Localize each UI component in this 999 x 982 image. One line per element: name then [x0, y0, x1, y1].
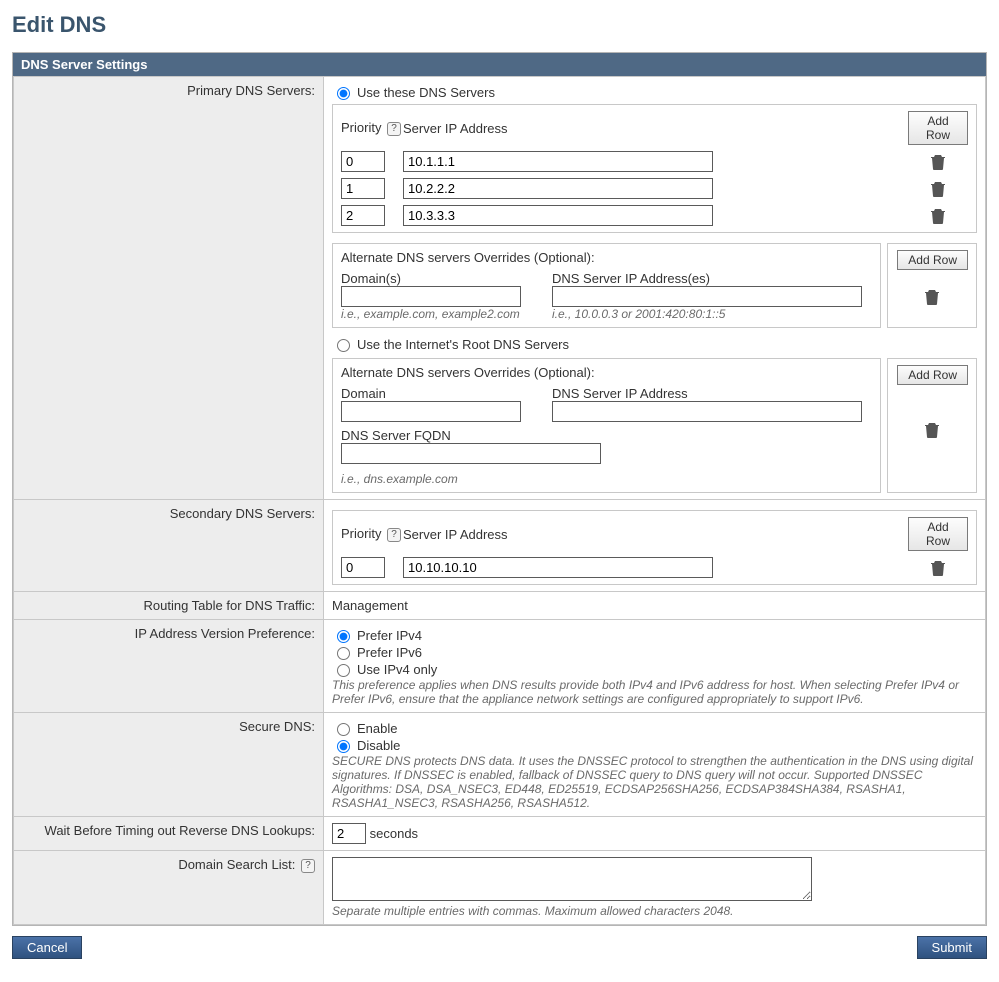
- radio-secure-disable[interactable]: [337, 740, 350, 753]
- domain-search-hint: Separate multiple entries with commas. M…: [332, 904, 977, 918]
- alt-hint-ips: i.e., 10.0.0.3 or 2001:420:80:1::5: [552, 307, 872, 321]
- alt-overrides-box: Alternate DNS servers Overrides (Optiona…: [332, 243, 881, 328]
- help-icon[interactable]: ?: [387, 528, 401, 542]
- add-row-button[interactable]: Add Row: [908, 111, 968, 145]
- ip-pref-hint: This preference applies when DNS results…: [332, 678, 977, 706]
- col-server-ip: Server IP Address: [403, 121, 723, 136]
- trash-icon[interactable]: [931, 560, 945, 576]
- server-ip-input[interactable]: [403, 205, 713, 226]
- radio-use-these-dns-label: Use these DNS Servers: [357, 85, 495, 100]
- server-ip-input[interactable]: [403, 151, 713, 172]
- radio-prefer-ipv6[interactable]: [337, 647, 350, 660]
- radio-root-dns-label: Use the Internet's Root DNS Servers: [357, 337, 569, 352]
- timeout-unit: seconds: [370, 826, 418, 841]
- trash-icon[interactable]: [931, 208, 945, 224]
- radio-prefer-ipv4-label: Prefer IPv4: [357, 628, 422, 643]
- radio-prefer-ipv4[interactable]: [337, 630, 350, 643]
- routing-value: Management: [324, 592, 986, 620]
- radio-secure-enable[interactable]: [337, 723, 350, 736]
- trash-icon[interactable]: [925, 422, 939, 438]
- priority-input[interactable]: [341, 178, 385, 199]
- radio-use-these-dns[interactable]: [337, 87, 350, 100]
- alt-hint-domains: i.e., example.com, example2.com: [341, 307, 546, 321]
- server-ip-input[interactable]: [403, 557, 713, 578]
- root-col-fqdn: DNS Server FQDN: [341, 428, 872, 443]
- add-row-button[interactable]: Add Row: [897, 365, 968, 385]
- alt-domains-input[interactable]: [341, 286, 521, 307]
- priority-input[interactable]: [341, 151, 385, 172]
- server-ip-input[interactable]: [403, 178, 713, 199]
- label-wait-timeout: Wait Before Timing out Reverse DNS Looku…: [14, 817, 324, 851]
- radio-prefer-ipv6-label: Prefer IPv6: [357, 645, 422, 660]
- help-icon[interactable]: ?: [387, 122, 401, 136]
- root-col-domain: Domain: [341, 386, 546, 401]
- radio-ipv4-only[interactable]: [337, 664, 350, 677]
- label-secure-dns: Secure DNS:: [14, 713, 324, 817]
- root-alt-box: Alternate DNS servers Overrides (Optiona…: [332, 358, 881, 493]
- dns-settings-panel: DNS Server Settings Primary DNS Servers:…: [12, 52, 987, 926]
- root-col-ip: DNS Server IP Address: [552, 386, 872, 401]
- root-fqdn-input[interactable]: [341, 443, 601, 464]
- trash-icon[interactable]: [931, 154, 945, 170]
- col-priority: Priority: [341, 526, 381, 541]
- alt-col-ips: DNS Server IP Address(es): [552, 271, 872, 286]
- primary-dns-box: Priority ? Server IP Address Add Row: [332, 104, 977, 233]
- alt-overrides-header: Alternate DNS servers Overrides (Optiona…: [341, 250, 872, 265]
- priority-input[interactable]: [341, 557, 385, 578]
- trash-icon[interactable]: [925, 289, 939, 305]
- col-server-ip: Server IP Address: [403, 527, 723, 542]
- radio-ipv4-only-label: Use IPv4 only: [357, 662, 437, 677]
- label-routing: Routing Table for DNS Traffic:: [14, 592, 324, 620]
- submit-button[interactable]: Submit: [917, 936, 987, 959]
- root-hint-fqdn: i.e., dns.example.com: [341, 472, 872, 486]
- cancel-button[interactable]: Cancel: [12, 936, 82, 959]
- label-secondary-dns: Secondary DNS Servers:: [14, 500, 324, 592]
- radio-root-dns[interactable]: [337, 339, 350, 352]
- alt-ips-input[interactable]: [552, 286, 862, 307]
- root-alt-header: Alternate DNS servers Overrides (Optiona…: [341, 365, 872, 380]
- secure-dns-hint: SECURE DNS protects DNS data. It uses th…: [332, 754, 977, 810]
- radio-secure-disable-label: Disable: [357, 738, 400, 753]
- root-domain-input[interactable]: [341, 401, 521, 422]
- label-primary-dns: Primary DNS Servers:: [14, 77, 324, 500]
- help-icon[interactable]: ?: [301, 859, 315, 873]
- domain-search-textarea[interactable]: [332, 857, 812, 901]
- panel-header: DNS Server Settings: [13, 53, 986, 76]
- label-ip-pref: IP Address Version Preference:: [14, 620, 324, 713]
- add-row-button[interactable]: Add Row: [908, 517, 968, 551]
- trash-icon[interactable]: [931, 181, 945, 197]
- timeout-input[interactable]: [332, 823, 366, 844]
- root-ip-input[interactable]: [552, 401, 862, 422]
- col-priority: Priority: [341, 120, 381, 135]
- label-domain-search: Domain Search List:: [178, 857, 295, 872]
- radio-secure-enable-label: Enable: [357, 721, 397, 736]
- alt-col-domains: Domain(s): [341, 271, 546, 286]
- priority-input[interactable]: [341, 205, 385, 226]
- add-row-button[interactable]: Add Row: [897, 250, 968, 270]
- page-title: Edit DNS: [12, 12, 987, 38]
